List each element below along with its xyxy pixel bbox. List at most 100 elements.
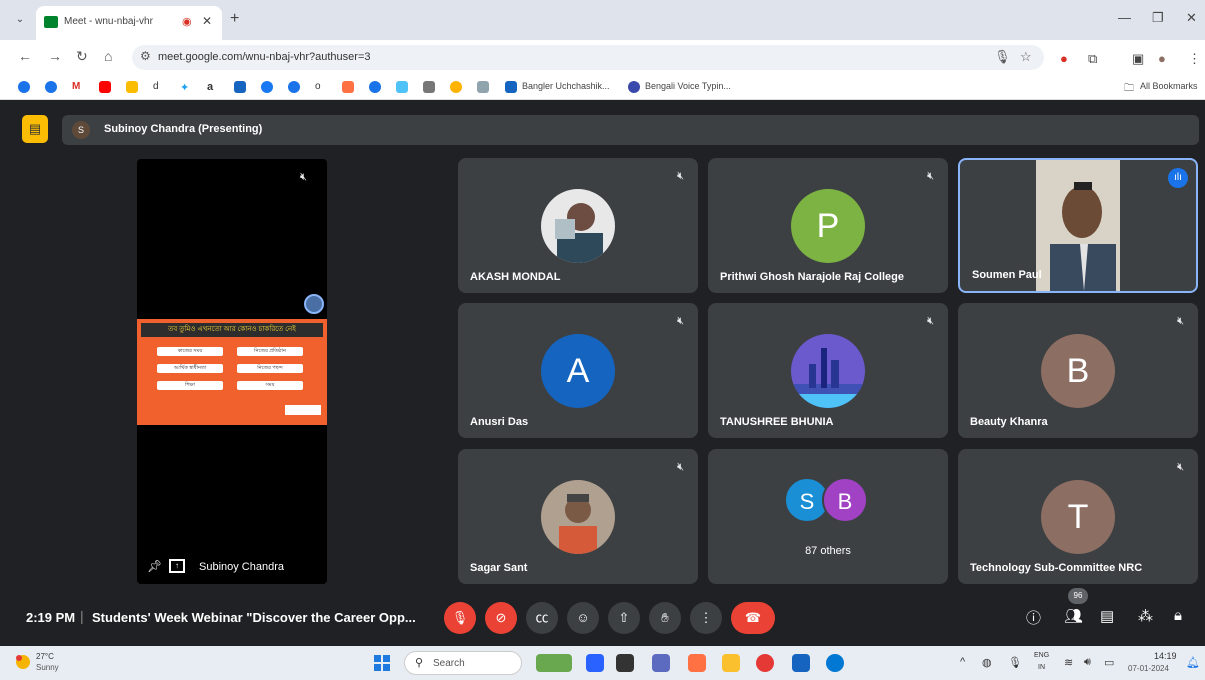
tab-close-icon[interactable]: ✕ (202, 14, 212, 28)
site-info-icon[interactable]: ⚙ (140, 49, 151, 63)
bookmark-bengali-voice[interactable]: Bengali Voice Typin... (645, 81, 731, 91)
facebook-icon[interactable] (261, 81, 273, 93)
taskbar-app-icon[interactable] (652, 654, 670, 672)
bookmark-icon[interactable] (234, 81, 246, 93)
forward-icon[interactable]: → (48, 48, 62, 64)
participant-tile[interactable]: 🔇︎ P Prithwi Ghosh Narajole Raj College (708, 158, 948, 293)
home-icon[interactable]: ⌂ (104, 48, 112, 64)
participant-tile[interactable]: 🔇︎ T Technology Sub-Committee NRC (958, 449, 1198, 584)
bookmark-icon[interactable] (126, 81, 138, 93)
bookmark-icon[interactable] (369, 81, 381, 93)
clock-time[interactable]: 14:19 (1154, 651, 1177, 661)
mail-icon[interactable] (792, 654, 810, 672)
gmail-icon[interactable]: M (72, 81, 84, 93)
all-bookmarks[interactable]: All Bookmarks (1140, 81, 1198, 91)
back-icon[interactable]: ← (18, 48, 32, 64)
camera-toggle-button[interactable]: ⊘ (485, 602, 517, 634)
maximize-icon[interactable]: ❐ (1152, 10, 1164, 26)
tray-app-icon[interactable]: ◍ (982, 656, 992, 669)
raise-hand-button[interactable]: ✋︎ (649, 602, 681, 634)
shared-slide: তব তুমিও এখনতো আর কোনও চাকরিতে নেই কাজের… (137, 319, 327, 425)
reactions-button[interactable]: ☺ (567, 602, 599, 634)
people-icon[interactable]: 👥︎ (1064, 607, 1083, 625)
pin-icon[interactable]: 📌︎ (147, 559, 162, 573)
slide-item: কাজের সময় (157, 347, 223, 356)
input-language[interactable]: ENG (1034, 652, 1049, 659)
wifi-icon[interactable]: ≋ (1064, 656, 1073, 669)
slide-item: নিজের পছন্দ (237, 364, 303, 373)
presentation-icon[interactable]: ▤ (22, 115, 48, 143)
mic-toggle-button[interactable]: 🎙︎ (444, 602, 476, 634)
tab-search-chevron-icon[interactable]: ⌄ (12, 12, 28, 28)
present-button[interactable]: ⇧ (608, 602, 640, 634)
others-tile[interactable]: S B 87 others (708, 449, 948, 584)
activities-icon[interactable]: ⁂ (1138, 607, 1153, 625)
amazon-icon[interactable]: a (207, 81, 219, 93)
bookmark-icon[interactable] (342, 81, 354, 93)
window-close-icon[interactable]: ✕ (1186, 10, 1197, 26)
tray-mic-icon[interactable]: 🎙︎ (1008, 656, 1022, 669)
participant-tile[interactable]: 🔇︎ B Beauty Khanra (958, 303, 1198, 438)
leave-call-button[interactable]: ☎︎ (731, 602, 775, 634)
taskbar-search[interactable]: ⚲ Search (404, 651, 522, 675)
screen-share-tile[interactable]: 🔇︎ তব তুমিও এখনতো আর কোনও চাকরিতে নেই কা… (137, 159, 327, 584)
bookmark-icon[interactable] (423, 81, 435, 93)
taskbar-app-icon[interactable] (616, 654, 634, 672)
bookmark-icon[interactable] (396, 81, 408, 93)
bookmark-star-icon[interactable]: ☆ (1020, 49, 1032, 65)
participant-badge (304, 294, 324, 314)
participant-tile[interactable]: 🔇︎ A Anusri Das (458, 303, 698, 438)
participant-tile-speaking[interactable]: ılı Soumen Paul (958, 158, 1198, 293)
clock-date[interactable]: 07-01-2024 (1128, 664, 1169, 673)
bookmark-icon[interactable]: o (315, 81, 327, 93)
url-text: meet.google.com/wnu-nbaj-vhr?authuser=3 (158, 51, 371, 63)
extension-red-icon[interactable]: ● (1060, 51, 1068, 66)
bookmark-icon[interactable] (505, 81, 517, 93)
chrome-icon[interactable] (756, 654, 774, 672)
notification-bell-icon[interactable]: 🔔︎ (1186, 656, 1200, 669)
chat-icon[interactable]: ▤ (1100, 607, 1114, 625)
side-panel-icon[interactable]: ▣ (1132, 51, 1144, 67)
reload-icon[interactable]: ↻ (76, 48, 88, 65)
tab-title: Meet - wnu-nbaj-vhr (64, 16, 153, 27)
participant-tile[interactable]: 🔇︎ AKASH MONDAL (458, 158, 698, 293)
bookmark-icon[interactable] (288, 81, 300, 93)
participant-tile[interactable]: 🔇︎ Sagar Sant (458, 449, 698, 584)
profile-avatar-icon[interactable]: ● (1158, 51, 1166, 66)
twitter-icon[interactable]: ✦ (180, 81, 192, 94)
input-region[interactable]: IN (1038, 664, 1045, 671)
bookmark-icon[interactable] (450, 81, 462, 93)
taskbar-app-icon[interactable] (688, 654, 706, 672)
address-bar[interactable]: ⚙ meet.google.com/wnu-nbaj-vhr?authuser=… (132, 45, 1044, 70)
edge-icon[interactable] (826, 654, 844, 672)
captions-button[interactable]: ㏄ (526, 602, 558, 634)
menu-kebab-icon[interactable]: ⋮ (1188, 51, 1201, 67)
info-icon[interactable]: ⓘ (1026, 607, 1041, 628)
tray-chevron-icon[interactable]: ^ (960, 656, 965, 668)
windows-start-icon[interactable] (374, 655, 390, 671)
youtube-icon[interactable] (99, 81, 111, 93)
taskbar-app-icon[interactable] (536, 654, 572, 672)
bookmark-icon[interactable]: d (153, 81, 165, 93)
extensions-puzzle-icon[interactable]: ⧉ (1088, 51, 1097, 67)
battery-icon[interactable]: ▭ (1104, 656, 1114, 669)
file-explorer-icon[interactable] (722, 654, 740, 672)
minimize-icon[interactable]: — (1118, 10, 1131, 25)
volume-icon[interactable]: 🔊︎ (1084, 656, 1091, 669)
bookmark-icon[interactable] (45, 81, 57, 93)
search-placeholder: Search (433, 658, 465, 669)
participant-photo (541, 480, 615, 554)
host-controls-icon[interactable]: 🔒︎ (1174, 607, 1182, 624)
microphone-icon[interactable]: 🎙 (994, 49, 1011, 65)
bookmark-icon[interactable] (477, 81, 489, 93)
participant-tile[interactable]: 🔇︎ TANUSHREE BHUNIA (708, 303, 948, 438)
more-options-button[interactable]: ⋮ (690, 602, 722, 634)
bookmark-icon[interactable] (18, 81, 30, 93)
bookmark-icon[interactable] (628, 81, 640, 93)
taskbar-app-icon[interactable] (586, 654, 604, 672)
speaking-indicator-icon: ılı (1168, 168, 1188, 188)
bookmark-bangler[interactable]: Bangler Uchchashik... (522, 81, 610, 91)
recording-icon: ◉ (182, 16, 192, 28)
new-tab-icon[interactable]: + (230, 10, 239, 28)
tab-meet[interactable]: Meet - wnu-nbaj-vhr ◉ ✕ (36, 6, 222, 40)
